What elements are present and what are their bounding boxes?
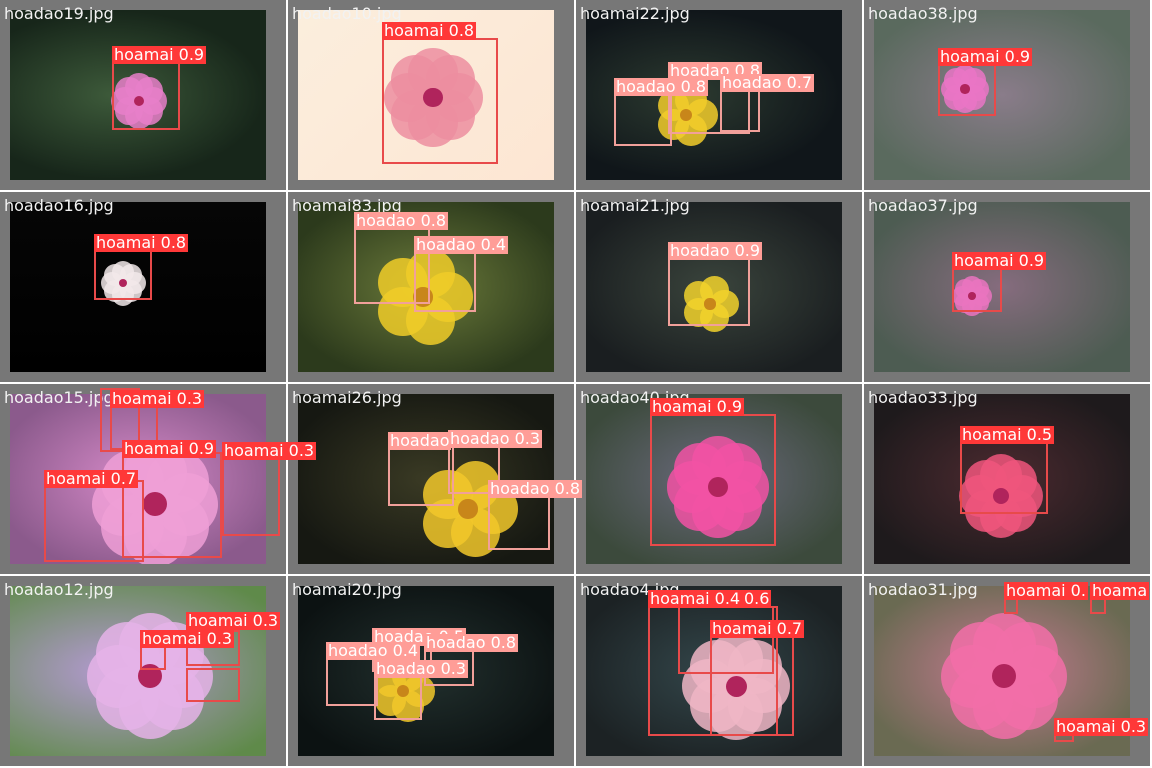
detection-label: 0.6 [742, 589, 772, 608]
detection-label: hoamai 0.7 [44, 469, 139, 488]
image-filename: hoadao12.jpg [4, 580, 114, 599]
detection-label: hoadao 0.4 [414, 235, 509, 254]
detection-label: hoamai 0.4 [648, 589, 743, 608]
image-filename: hoamai26.jpg [292, 388, 402, 407]
image-filename: hoadao38.jpg [868, 4, 978, 23]
image-filename: hoadao19.jpg [4, 4, 114, 23]
result-tile: hoamai22.jpg hoadao 0.8 hoadao 0.8 hoadao 0… [576, 0, 862, 190]
detection-label: hoadao 0.4 [326, 641, 421, 660]
detection-box [668, 258, 750, 326]
detection-box [960, 442, 1048, 514]
detection-box [1004, 598, 1018, 614]
result-tile: hoadao12.jpg hoamai 0.3 hoamai 0.3 [0, 576, 286, 766]
detection-box [720, 90, 760, 132]
detection-label: hoadao 0.3 [448, 429, 543, 448]
image-filename: hoamai22.jpg [580, 4, 690, 23]
detection-label: hoamai 0.9 [122, 439, 217, 458]
result-tile: hoadao37.jpg hoamai 0.9 [864, 192, 1150, 382]
detection-box [186, 668, 240, 702]
image-filename: hoamai21.jpg [580, 196, 690, 215]
result-tile: hoamai26.jpg hoadao 0.3 hoadao hoadao 0.8 [288, 384, 583, 574]
detection-label: hoamai 0. [1004, 581, 1088, 600]
result-tile: hoamai83.jpg hoadao 0.8 hoadao 0.4 [288, 192, 574, 382]
detection-box [650, 414, 776, 546]
detection-label: hoamai 0.3 [110, 389, 205, 408]
detection-label: hoadao 0.8 [354, 211, 449, 230]
image-filename: hoadao37.jpg [868, 196, 978, 215]
detection-label: hoamai 0.9 [952, 251, 1047, 270]
result-tile: hoadao19.jpg hoamai 0.9 [0, 0, 286, 190]
detection-label: hoamai 0.5 [960, 425, 1055, 444]
result-tile: hoadao4.jpg hoamai 0.4 0.6 hoamai 0.7 [576, 576, 862, 766]
detection-label: hoamai 0.8 [382, 21, 477, 40]
image-filename: hoadao10.jpg [292, 4, 402, 23]
detection-label: hoamai 0.3 [222, 441, 317, 460]
flower-photo [874, 10, 1130, 180]
detection-box [222, 456, 280, 536]
result-tile: hoadao15.jpg hoamai 0.9 hoamai 0.7 hoamai 0… [0, 384, 317, 574]
detection-box [326, 658, 378, 706]
detection-box [952, 268, 1002, 312]
detection-box [382, 38, 498, 164]
result-tile: hoadao31.jpg hoamai 0. hoama hoamai 0.3 [864, 576, 1150, 766]
detection-box [112, 62, 180, 130]
detection-label: hoamai 0.7 [710, 619, 805, 638]
detection-label: hoadao 0.8 [488, 479, 583, 498]
image-filename: hoadao16.jpg [4, 196, 114, 215]
detection-box [938, 64, 996, 116]
detection-box [388, 446, 454, 506]
detection-label: hoadao 0.9 [668, 241, 763, 260]
image-filename: hoadao31.jpg [868, 580, 978, 599]
detection-label: hoamai 0.9 [650, 397, 745, 416]
detection-box [44, 480, 144, 562]
detection-label: hoadao [388, 431, 452, 450]
detection-label: hoamai 0.3 [186, 611, 281, 630]
image-filename: hoadao33.jpg [868, 388, 978, 407]
detection-label: hoamai 0.3 [1054, 717, 1149, 736]
image-filename: hoadao15.jpg [4, 388, 114, 407]
result-tile: hoamai20.jpg hoadao 0.5 hoadao 0.8 hoadao 0… [288, 576, 574, 766]
detection-label: hoama [1090, 581, 1150, 600]
flower-center [458, 499, 478, 519]
detection-box [1090, 598, 1106, 614]
result-tile: hoadao10.jpg hoamai 0.8 [288, 0, 574, 190]
detection-label: hoamai 0.9 [112, 45, 207, 64]
result-tile: hoamai21.jpg hoadao 0.9 [576, 192, 862, 382]
detection-label: hoadao 0.3 [374, 659, 469, 678]
result-tile: hoadao16.jpg hoamai 0.8 [0, 192, 286, 382]
detection-box [94, 250, 152, 300]
detection-box [614, 94, 672, 146]
result-tile: hoadao38.jpg hoamai 0.9 [864, 0, 1150, 190]
detection-box [710, 636, 794, 736]
detection-label: hoadao 0.7 [720, 73, 815, 92]
detection-label: hoadao 0.8 [424, 633, 519, 652]
detection-label: hoamai 0.3 [140, 629, 235, 648]
detection-box [488, 496, 550, 550]
result-tile: hoadao33.jpg hoamai 0.5 [864, 384, 1150, 574]
result-tile: hoadao40.jpg hoamai 0.9 [576, 384, 862, 574]
detection-box [414, 252, 476, 312]
flower-photo [874, 202, 1130, 372]
detection-label: hoadao 0.8 [614, 77, 709, 96]
detection-label: hoamai 0.8 [94, 233, 189, 252]
detection-label: hoamai 0.9 [938, 47, 1033, 66]
detection-box [374, 672, 422, 720]
image-filename: hoamai20.jpg [292, 580, 402, 599]
